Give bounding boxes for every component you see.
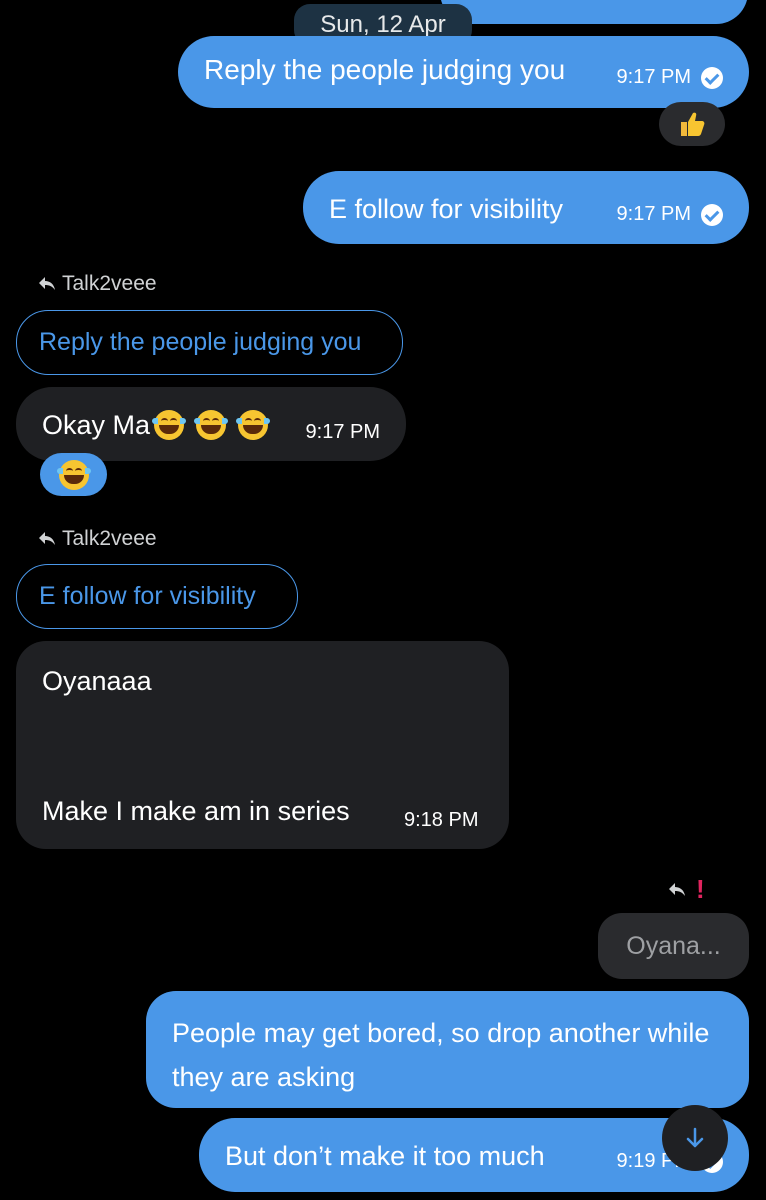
message-time: 9:17 PM — [305, 421, 380, 443]
reply-to-name: Talk2veee — [62, 272, 157, 295]
reply-context: Talk2veee — [38, 272, 157, 296]
read-check-icon — [701, 203, 723, 226]
message-text-content: Okay Ma — [42, 410, 151, 440]
message-text-line: Make I make am in series — [42, 796, 350, 826]
quoted-text: Oyana... — [626, 931, 721, 960]
reply-arrow-icon — [39, 532, 55, 545]
message-bubble-incoming[interactable]: Oyanaaa Make I make am in series 9:18 PM — [16, 641, 509, 849]
laughing-face-icon — [194, 410, 229, 440]
quoted-message[interactable]: Reply the people judging you — [16, 310, 403, 375]
message-bubble-outgoing[interactable]: People may get bored, so drop another wh… — [146, 991, 749, 1108]
laughing-face-icon — [236, 410, 271, 440]
arrow-down-icon — [686, 1127, 704, 1148]
message-text: E follow for visibility — [329, 194, 564, 224]
reply-to-name: Talk2veee — [62, 527, 157, 550]
message-text: Okay Ma — [42, 407, 271, 443]
message-text-line: Oyanaaa — [42, 666, 152, 696]
message-bubble-incoming[interactable]: Okay Ma 9:17 PM — [16, 387, 406, 461]
error-icon: ! — [696, 874, 705, 904]
scroll-to-bottom-button[interactable] — [662, 1105, 728, 1171]
quoted-text: E follow for visibility — [39, 582, 256, 610]
reply-arrow-icon — [39, 277, 55, 290]
message-bubble-cutoff[interactable] — [440, 0, 748, 24]
message-bubble-outgoing[interactable]: Reply the people judging you 9:17 PM — [178, 36, 749, 108]
reply-failed-indicator: ! — [668, 874, 705, 905]
message-text: But don’t make it too much — [225, 1141, 545, 1171]
thumbs-up-icon — [681, 112, 705, 136]
message-text: People may get bored, so drop another wh… — [172, 1018, 710, 1092]
read-check-icon — [701, 66, 723, 89]
message-time: 9:17 PM — [616, 203, 691, 225]
message-time: 9:17 PM — [616, 66, 691, 88]
reply-arrow-icon — [669, 882, 685, 896]
quoted-text: Reply the people judging you — [39, 328, 362, 356]
quoted-message[interactable]: Oyana... — [598, 913, 749, 979]
date-chip-label: Sun, 12 Apr — [320, 11, 446, 38]
quoted-message[interactable]: E follow for visibility — [16, 564, 298, 629]
laughing-face-icon — [56, 459, 91, 490]
message-bubble-outgoing[interactable]: E follow for visibility 9:17 PM — [303, 171, 749, 244]
reply-context: Talk2veee — [38, 527, 157, 551]
laughing-face-icon — [152, 410, 187, 440]
reaction-badge[interactable] — [40, 453, 107, 496]
reaction-badge[interactable] — [659, 102, 725, 146]
message-time: 9:18 PM — [404, 809, 479, 831]
message-text: Reply the people judging you — [204, 54, 566, 85]
